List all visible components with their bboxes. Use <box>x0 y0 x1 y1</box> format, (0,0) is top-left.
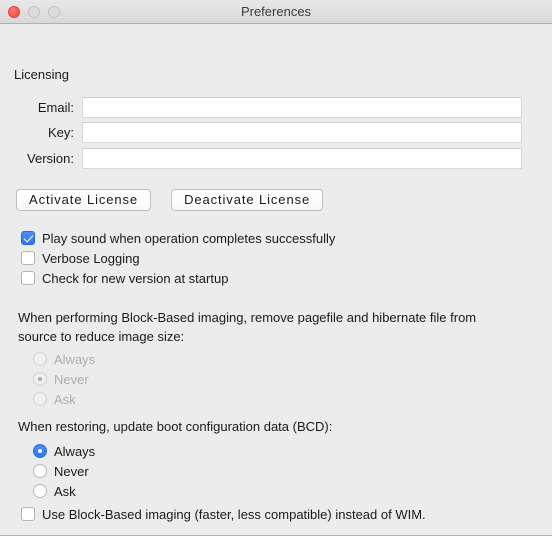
check-new-version-checkbox-label: Check for new version at startup <box>42 270 229 286</box>
window-titlebar: Preferences <box>0 0 552 24</box>
bcd-radio-never-label: Never <box>54 463 89 479</box>
license-button-row: Activate License Deactivate License <box>16 189 324 211</box>
pagefile-radio-always-label: Always <box>54 351 96 367</box>
block-based-imaging-checkbox-label: Use Block-Based imaging (faster, less co… <box>42 506 426 522</box>
key-field[interactable] <box>82 121 522 143</box>
verbose-logging-checkbox-label: Verbose Logging <box>42 250 140 266</box>
preferences-content: Licensing Email: Key: Version: Activate … <box>0 24 552 535</box>
deactivate-license-button[interactable]: Deactivate License <box>171 189 324 211</box>
radio-selected-icon <box>33 372 47 386</box>
bcd-radio-ask-label: Ask <box>54 483 76 499</box>
checkbox-icon[interactable] <box>21 251 35 265</box>
pagefile-radio-always: Always <box>33 350 95 368</box>
key-label: Key: <box>47 124 74 140</box>
play-sound-checkbox-row[interactable]: Play sound when operation completes succ… <box>21 229 335 247</box>
close-icon[interactable] <box>8 5 20 18</box>
bcd-group-description: When restoring, update boot configuratio… <box>18 419 333 434</box>
email-row: Email: <box>14 96 522 118</box>
email-field[interactable] <box>82 96 522 118</box>
pagefile-radio-never-label: Never <box>54 371 89 387</box>
radio-icon <box>33 352 47 366</box>
radio-icon[interactable] <box>33 484 47 498</box>
licensing-section-label: Licensing <box>14 67 69 82</box>
bcd-radio-always[interactable]: Always <box>33 442 95 460</box>
maximize-icon[interactable] <box>48 5 60 18</box>
checkbox-icon[interactable] <box>21 271 35 285</box>
bcd-radio-always-label: Always <box>54 443 96 459</box>
pagefile-radio-never: Never <box>33 370 89 388</box>
radio-selected-icon[interactable] <box>33 444 47 458</box>
check-new-version-checkbox-row[interactable]: Check for new version at startup <box>21 269 228 287</box>
block-based-imaging-checkbox-row[interactable]: Use Block-Based imaging (faster, less co… <box>21 505 426 523</box>
radio-icon[interactable] <box>33 464 47 478</box>
play-sound-checkbox-label: Play sound when operation completes succ… <box>42 230 336 246</box>
activate-license-button[interactable]: Activate License <box>16 189 152 211</box>
radio-icon <box>33 392 47 406</box>
email-label: Email: <box>37 99 74 115</box>
checkmark-icon[interactable] <box>21 231 35 245</box>
bcd-radio-ask[interactable]: Ask <box>33 482 76 500</box>
pagefile-radio-ask-label: Ask <box>54 391 76 407</box>
version-label: Version: <box>27 150 74 166</box>
window-traffic-lights <box>8 0 60 23</box>
window-title: Preferences <box>240 4 312 19</box>
bcd-radio-never[interactable]: Never <box>33 462 89 480</box>
version-field[interactable] <box>82 147 522 169</box>
key-row: Key: <box>14 121 522 143</box>
preferences-window: Preferences Licensing Email: Key: Versio… <box>0 0 552 536</box>
pagefile-radio-ask: Ask <box>33 390 76 408</box>
verbose-logging-checkbox-row[interactable]: Verbose Logging <box>21 249 140 267</box>
checkbox-icon[interactable] <box>21 507 35 521</box>
version-row: Version: <box>14 147 522 169</box>
pagefile-group-description: When performing Block-Based imaging, rem… <box>18 310 477 344</box>
minimize-icon[interactable] <box>28 5 40 18</box>
